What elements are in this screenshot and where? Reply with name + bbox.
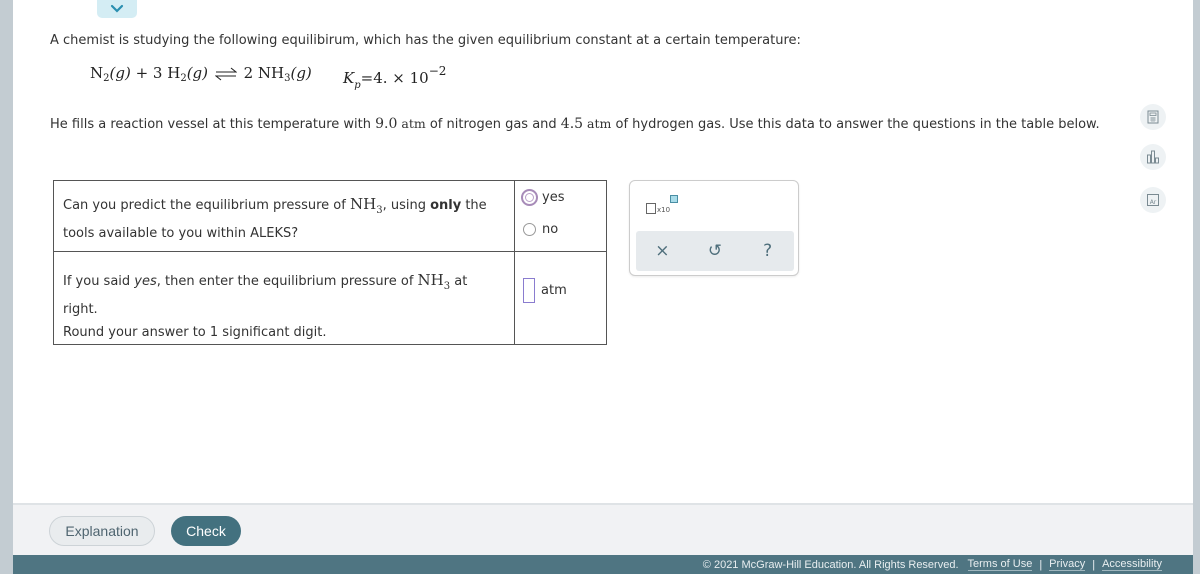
periodic-table-button[interactable]: Ar: [1140, 187, 1166, 213]
help-button[interactable]: ?: [753, 241, 783, 261]
tool-actions: × ↺ ?: [636, 231, 794, 271]
separator: |: [1039, 558, 1043, 571]
text: NH: [417, 271, 444, 289]
unit-label: atm: [541, 283, 567, 298]
accessibility-link[interactable]: Accessibility: [1102, 558, 1162, 571]
chem-nh3: NH3: [349, 195, 383, 216]
unit: atm: [583, 116, 612, 131]
right-edge-scrollbar[interactable]: [1193, 0, 1200, 574]
x10-label: x10: [657, 206, 671, 214]
phase: (g): [290, 64, 312, 82]
radio-label: no: [542, 221, 559, 237]
periodic-table-icon: Ar: [1147, 194, 1159, 206]
left-edge: [0, 0, 13, 574]
calculator-button[interactable]: [1140, 104, 1166, 130]
copyright: © 2021 McGraw-Hill Education. All Rights…: [702, 558, 959, 571]
question-2: If you said yes, then enter the equilibr…: [53, 251, 515, 345]
text: of hydrogen gas. Use this data to answer…: [611, 117, 1100, 132]
text: Round your answer to 1 significant digit…: [63, 325, 327, 340]
given-conditions: He fills a reaction vessel at this tempe…: [50, 116, 1100, 132]
kp-value: =4. × 10: [360, 69, 429, 87]
chart-button[interactable]: [1140, 144, 1166, 170]
equilibrium-constant: Kp=4. × 10−2: [343, 64, 446, 91]
n2-pressure: 9.0: [375, 116, 398, 132]
chevron-down-icon: [110, 4, 124, 13]
calculator-icon: [1147, 110, 1159, 124]
text: , then enter the equilibrium pressure of: [156, 274, 418, 289]
question-table: Can you predict the equilibrium pressure…: [53, 180, 607, 345]
chem-nh3: NH3: [417, 271, 451, 292]
undo-button[interactable]: ↺: [700, 241, 730, 261]
reactant-n2: N: [90, 64, 104, 82]
check-button[interactable]: Check: [171, 516, 241, 546]
text: He fills a reaction vessel at this tempe…: [50, 117, 376, 132]
table-row: If you said yes, then enter the equilibr…: [53, 251, 607, 345]
equilibrium-arrow-icon: [214, 67, 237, 81]
base-box-icon: [646, 203, 656, 214]
radio-option-no[interactable]: no: [523, 219, 606, 239]
emphasis: yes: [134, 274, 157, 289]
radio-option-yes[interactable]: yes: [521, 187, 606, 207]
math-tool-panel: x10 × ↺ ?: [629, 180, 799, 276]
kp-symbol: K: [343, 69, 355, 87]
problem-intro: A chemist is studying the following equi…: [50, 33, 801, 48]
footer: © 2021 McGraw-Hill Education. All Rights…: [13, 555, 1193, 574]
radio-label: yes: [542, 189, 565, 205]
text: If you said: [63, 274, 135, 289]
text: Can you predict the equilibrium pressure…: [63, 198, 350, 213]
text: , using: [382, 198, 431, 213]
text: NH: [349, 195, 377, 213]
privacy-link[interactable]: Privacy: [1049, 558, 1086, 571]
radio-no[interactable]: [523, 222, 536, 236]
emphasis: only: [430, 198, 462, 213]
separator: |: [1092, 558, 1096, 571]
phase: (g): [109, 64, 131, 82]
chart-icon: [1147, 150, 1159, 164]
question-1: Can you predict the equilibrium pressure…: [53, 180, 515, 252]
pressure-input[interactable]: [523, 278, 535, 303]
answer-cell-2: atm: [514, 251, 607, 345]
reaction-equation: N2(g) + 3 H2(g) 2 NH3(g): [90, 64, 312, 84]
phase: (g): [186, 64, 208, 82]
text: of nitrogen gas and: [425, 117, 561, 132]
clear-button[interactable]: ×: [647, 241, 677, 261]
scientific-notation-button[interactable]: x10: [646, 195, 696, 219]
collapse-button[interactable]: [97, 0, 137, 18]
kp-exponent: −2: [428, 64, 447, 78]
terms-link[interactable]: Terms of Use: [967, 558, 1033, 571]
svg-text:Ar: Ar: [1150, 199, 1157, 206]
h2-pressure: 4.5: [560, 116, 584, 132]
unit: atm: [397, 116, 426, 131]
radio-yes[interactable]: [521, 188, 538, 206]
exponent-box-icon: [670, 195, 678, 203]
reactant-h2: + 3 H: [130, 64, 181, 82]
product-nh3: 2 NH: [243, 64, 285, 82]
answer-cell-1: yes no: [514, 180, 607, 252]
explanation-button[interactable]: Explanation: [49, 516, 155, 546]
table-row: Can you predict the equilibrium pressure…: [53, 180, 607, 252]
